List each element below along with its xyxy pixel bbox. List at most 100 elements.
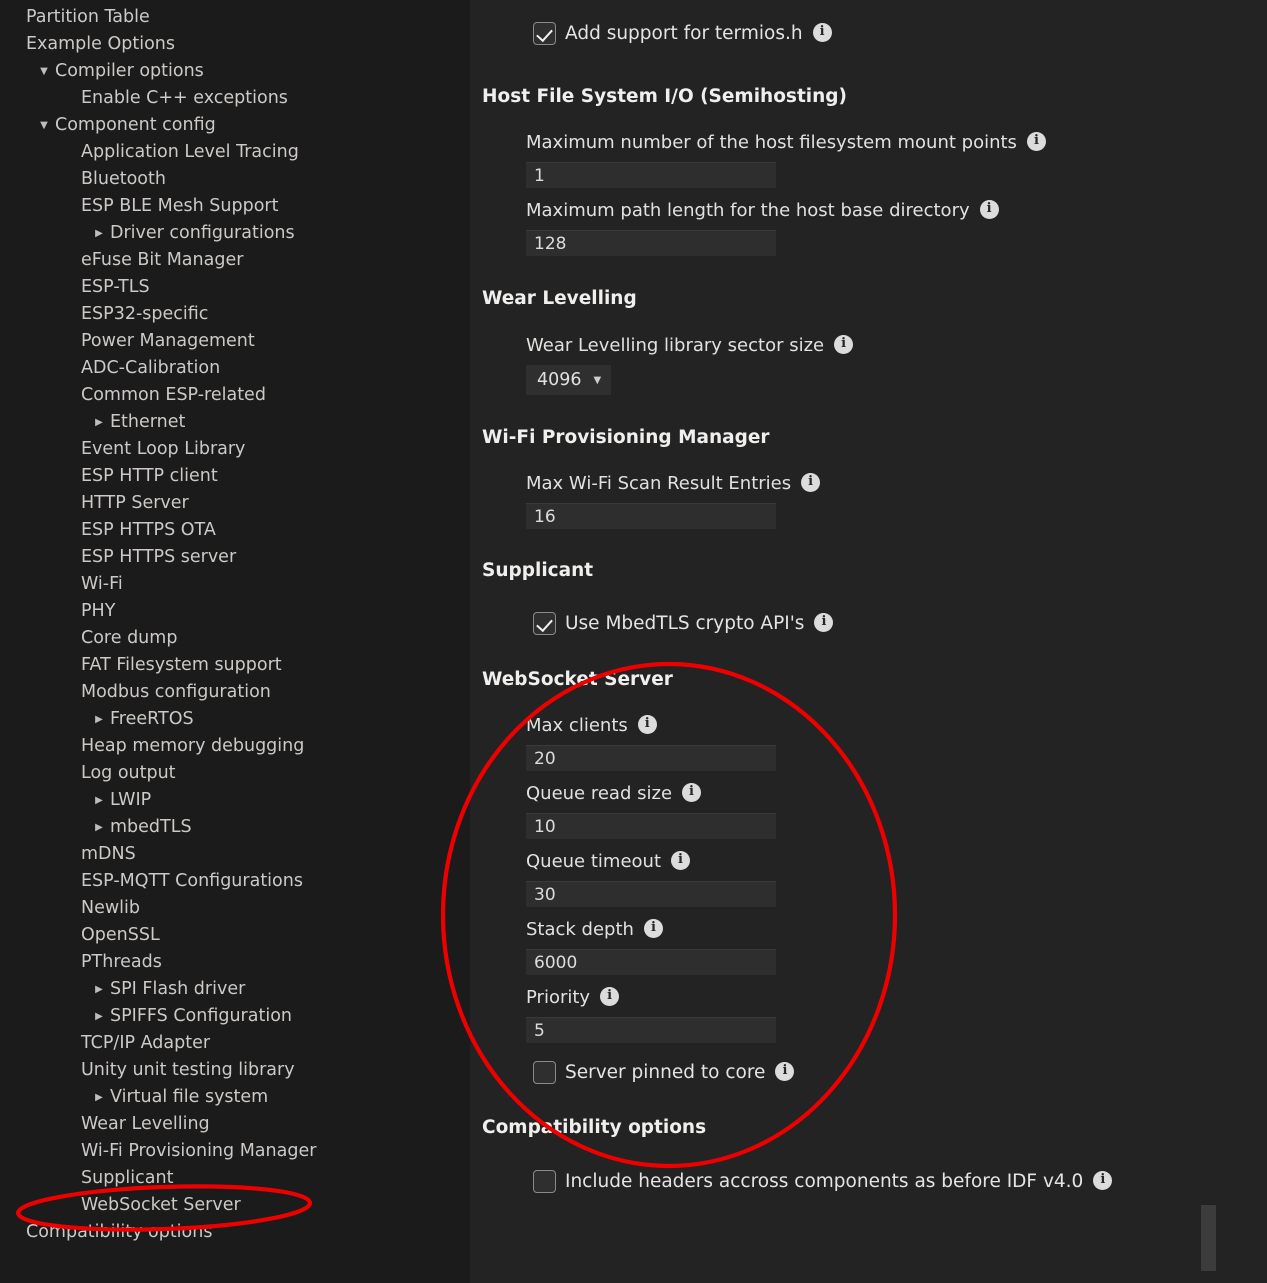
sidebar-item[interactable]: HTTP Server xyxy=(0,490,470,517)
sidebar-item[interactable]: Power Management xyxy=(0,328,470,355)
sidebar-item[interactable]: Partition Table xyxy=(0,4,470,31)
stack-depth-input[interactable] xyxy=(526,949,776,975)
sidebar-item[interactable]: ESP-TLS xyxy=(0,274,470,301)
chevron-down-icon[interactable]: ▼ xyxy=(33,120,55,131)
server-pinned-checkbox-row[interactable]: Server pinned to core i xyxy=(533,1057,1267,1087)
sidebar-item[interactable]: Heap memory debugging xyxy=(0,733,470,760)
sidebar-item[interactable]: ▶ FreeRTOS xyxy=(0,706,470,733)
sidebar-item[interactable]: Modbus configuration xyxy=(0,679,470,706)
sidebar-item-label: FAT Filesystem support xyxy=(81,655,282,675)
sidebar-item[interactable]: ESP-MQTT Configurations xyxy=(0,868,470,895)
chevron-right-icon[interactable]: ▶ xyxy=(88,984,110,995)
sidebar-item[interactable]: ESP HTTP client xyxy=(0,463,470,490)
sidebar-item[interactable]: ESP32-specific xyxy=(0,301,470,328)
info-icon[interactable]: i xyxy=(682,782,702,802)
info-icon[interactable]: i xyxy=(1026,131,1046,151)
chevron-right-icon[interactable]: ▶ xyxy=(88,795,110,806)
max-mount-points-input[interactable] xyxy=(526,162,776,188)
sidebar-item-label: HTTP Server xyxy=(81,493,189,513)
sidebar-item[interactable]: Wear Levelling xyxy=(0,1111,470,1138)
info-icon[interactable]: i xyxy=(814,612,834,632)
config-tree-sidebar[interactable]: Partition Table Example Options ▼ Compiler … xyxy=(0,0,470,1283)
section-supplicant: Supplicant Use MbedTLS crypto API's i xyxy=(482,560,1267,638)
sidebar-item[interactable]: ▶ Driver configurations xyxy=(0,220,470,247)
sidebar-item[interactable]: ▶ mbedTLS xyxy=(0,814,470,841)
section-websocket-server: WebSocket Server Max clients i Queue rea… xyxy=(482,669,1267,1087)
field-label: Queue timeout xyxy=(526,850,661,872)
sidebar-item[interactable]: Supplicant xyxy=(0,1165,470,1192)
sidebar-item[interactable]: ▶ Virtual file system xyxy=(0,1084,470,1111)
info-icon[interactable]: i xyxy=(775,1061,795,1081)
info-icon[interactable]: i xyxy=(1093,1170,1113,1190)
sidebar-item[interactable]: TCP/IP Adapter xyxy=(0,1030,470,1057)
sector-size-select[interactable]: 4096 ▼ xyxy=(526,365,612,395)
termios-checkbox-row[interactable]: Add support for termios.h i xyxy=(533,18,1267,48)
sidebar-item-label: Power Management xyxy=(81,331,255,351)
priority-input[interactable] xyxy=(526,1017,776,1043)
sidebar-item[interactable]: Bluetooth xyxy=(0,166,470,193)
sidebar-item[interactable]: ADC-Calibration xyxy=(0,355,470,382)
info-icon[interactable]: i xyxy=(671,850,690,870)
chevron-down-icon[interactable]: ▼ xyxy=(33,66,55,77)
sidebar-item[interactable]: FAT Filesystem support xyxy=(0,652,470,679)
sidebar-item[interactable]: ▶ SPI Flash driver xyxy=(0,976,470,1003)
sidebar-item[interactable]: PHY xyxy=(0,598,470,625)
sidebar-item[interactable]: eFuse Bit Manager xyxy=(0,247,470,274)
mbedtls-crypto-checkbox[interactable] xyxy=(533,611,556,635)
sidebar-item[interactable]: Compatibility options xyxy=(0,1219,470,1246)
info-icon[interactable]: i xyxy=(834,334,854,354)
info-icon[interactable]: i xyxy=(637,714,657,734)
sidebar-item[interactable]: Unity unit testing library xyxy=(0,1057,470,1084)
server-pinned-checkbox[interactable] xyxy=(533,1060,556,1084)
sidebar-item[interactable]: ESP HTTPS OTA xyxy=(0,517,470,544)
sidebar-item[interactable]: Wi-Fi xyxy=(0,571,470,598)
max-path-length-input[interactable] xyxy=(526,230,776,256)
include-headers-checkbox[interactable] xyxy=(533,1169,556,1193)
sidebar-item[interactable]: ▼ Compiler options xyxy=(0,58,470,85)
info-icon[interactable]: i xyxy=(812,22,832,42)
max-scan-entries-input[interactable] xyxy=(526,503,776,529)
chevron-right-icon[interactable]: ▶ xyxy=(88,1011,110,1022)
sidebar-item[interactable]: Enable C++ exceptions xyxy=(0,85,470,112)
chevron-right-icon[interactable]: ▶ xyxy=(88,714,110,725)
sidebar-item[interactable]: Newlib xyxy=(0,895,470,922)
chevron-right-icon[interactable]: ▶ xyxy=(88,417,110,428)
mbedtls-crypto-checkbox-row[interactable]: Use MbedTLS crypto API's i xyxy=(533,608,1267,638)
info-icon[interactable]: i xyxy=(600,986,620,1006)
queue-read-size-input[interactable] xyxy=(526,813,776,839)
info-icon[interactable]: i xyxy=(643,918,663,938)
chevron-right-icon[interactable]: ▶ xyxy=(88,1092,110,1103)
sidebar-item[interactable]: Event Loop Library xyxy=(0,436,470,463)
sidebar-item[interactable]: OpenSSL xyxy=(0,922,470,949)
max-clients-input[interactable] xyxy=(526,745,776,771)
sidebar-item[interactable]: Wi-Fi Provisioning Manager xyxy=(0,1138,470,1165)
chevron-right-icon[interactable]: ▶ xyxy=(88,822,110,833)
section-compatibility-options: Compatibility options Include headers ac… xyxy=(482,1117,1267,1196)
sidebar-item[interactable]: ESP BLE Mesh Support xyxy=(0,193,470,220)
sidebar-item[interactable]: mDNS xyxy=(0,841,470,868)
sidebar-item[interactable]: ESP HTTPS server xyxy=(0,544,470,571)
sidebar-item[interactable]: Common ESP-related xyxy=(0,382,470,409)
sidebar-item[interactable]: ▶ LWIP xyxy=(0,787,470,814)
info-icon[interactable]: i xyxy=(801,472,821,492)
main-scrollbar-thumb[interactable] xyxy=(1201,1205,1216,1271)
chevron-right-icon[interactable]: ▶ xyxy=(88,228,110,239)
section-title: Wear Levelling xyxy=(482,288,637,309)
sidebar-item-label: ESP BLE Mesh Support xyxy=(81,196,279,216)
info-icon[interactable]: i xyxy=(979,199,999,219)
sidebar-item[interactable]: Application Level Tracing xyxy=(0,139,470,166)
sidebar-item[interactable]: ▶ Ethernet xyxy=(0,409,470,436)
sidebar-item[interactable]: ▶ SPIFFS Configuration xyxy=(0,1003,470,1030)
include-headers-checkbox-row[interactable]: Include headers accross components as be… xyxy=(533,1166,1267,1196)
sidebar-item-label: Newlib xyxy=(81,898,141,918)
sidebar-item[interactable]: Core dump xyxy=(0,625,470,652)
sidebar-item[interactable]: PThreads xyxy=(0,949,470,976)
sidebar-item[interactable]: WebSocket Server xyxy=(0,1192,470,1219)
field-label: Max clients xyxy=(526,714,628,736)
sidebar-item[interactable]: ▼ Component config xyxy=(0,112,470,139)
sidebar-item[interactable]: Log output xyxy=(0,760,470,787)
sidebar-item-label: ESP-MQTT Configurations xyxy=(81,871,303,891)
sidebar-item[interactable]: Example Options xyxy=(0,31,470,58)
termios-checkbox[interactable] xyxy=(533,21,556,45)
queue-timeout-input[interactable] xyxy=(526,881,776,907)
